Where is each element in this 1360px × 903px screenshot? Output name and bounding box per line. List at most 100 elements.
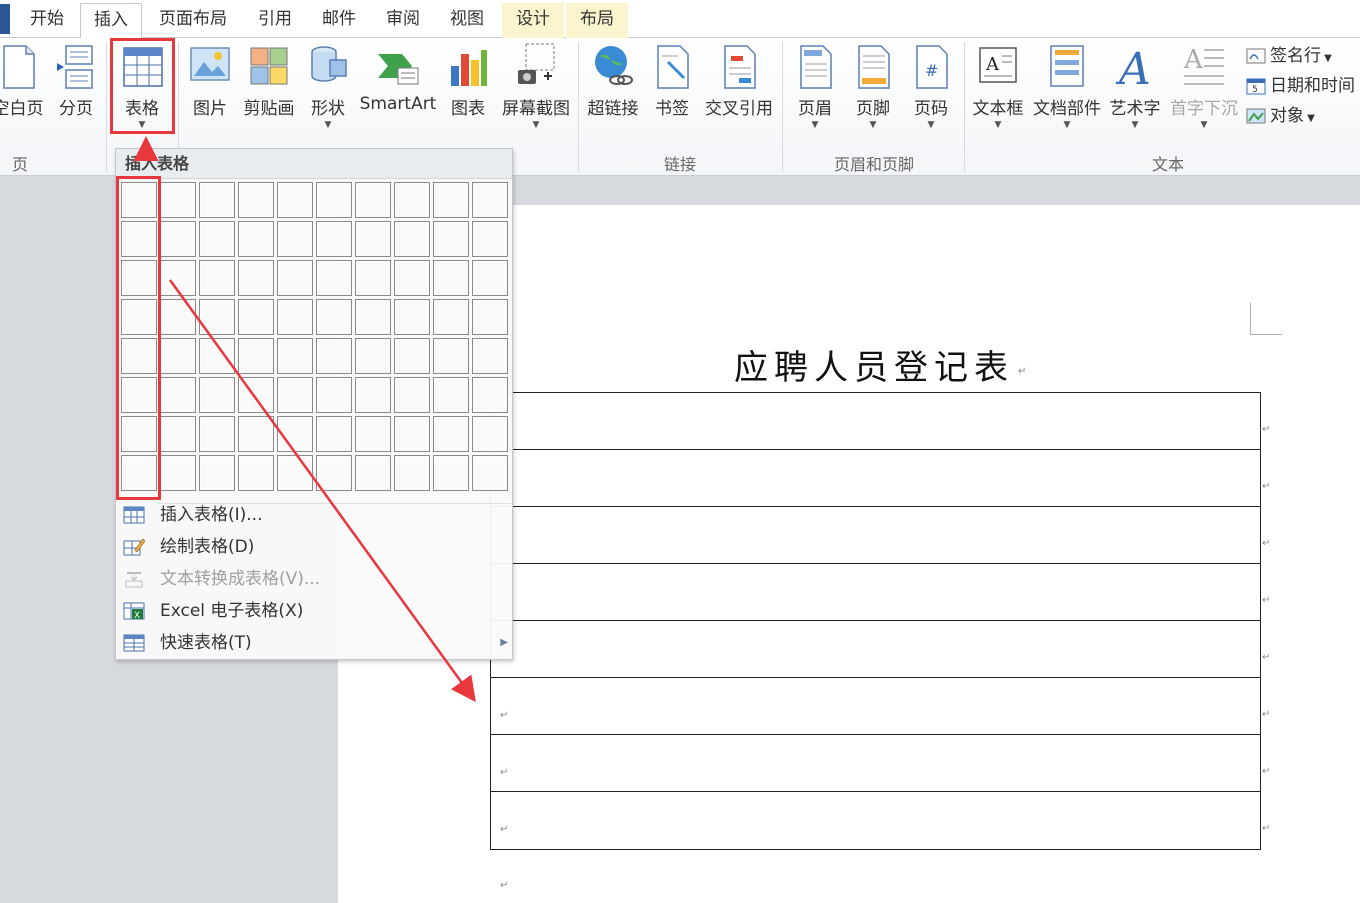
signature-line-button[interactable]: 签名行 ▼ — [1246, 42, 1332, 70]
table-grid-cell[interactable] — [277, 455, 313, 491]
table-grid-cell[interactable] — [238, 221, 274, 257]
table-grid-cell[interactable] — [277, 299, 313, 335]
table-grid-cell[interactable] — [316, 260, 352, 296]
table-grid-cell[interactable] — [472, 299, 508, 335]
clipart-button[interactable]: 剪贴画 — [240, 40, 298, 160]
table-grid-cell[interactable] — [433, 182, 469, 218]
table-grid-cell[interactable] — [433, 338, 469, 374]
menu-draw-table[interactable]: 绘制表格(D) — [116, 531, 512, 563]
table-grid-cell[interactable] — [472, 455, 508, 491]
bookmark-button[interactable]: 书签 — [648, 40, 696, 160]
object-button[interactable]: 对象 ▼ — [1246, 102, 1315, 130]
header-button[interactable]: 页眉 ▼ — [788, 40, 842, 160]
table-grid-cell[interactable] — [238, 299, 274, 335]
table-grid-cell[interactable] — [160, 182, 196, 218]
table-grid-cell[interactable] — [238, 182, 274, 218]
cross-reference-button[interactable]: 交叉引用 — [700, 40, 778, 160]
table-row[interactable] — [491, 564, 1260, 621]
table-grid-cell[interactable] — [199, 377, 235, 413]
table-grid-cell[interactable] — [277, 221, 313, 257]
tab-insert[interactable]: 插入 — [80, 3, 142, 39]
table-row[interactable] — [491, 735, 1260, 792]
menu-text-to-table[interactable]: 文本转换成表格(V)... — [116, 563, 512, 595]
table-grid-cell[interactable] — [394, 299, 430, 335]
table-grid-cell[interactable] — [316, 182, 352, 218]
document-title[interactable]: 应聘人员登记表 — [734, 340, 1014, 389]
date-time-button[interactable]: 5 日期和时间 — [1246, 72, 1355, 100]
menu-excel-spreadsheet[interactable]: X Excel 电子表格(X) — [116, 595, 512, 627]
table-grid-cell[interactable] — [316, 416, 352, 452]
table-grid-cell[interactable] — [433, 377, 469, 413]
table-grid-cell[interactable] — [355, 221, 391, 257]
table-grid-cell[interactable] — [199, 455, 235, 491]
table-grid-cell[interactable] — [160, 455, 196, 491]
table-grid-cell[interactable] — [199, 260, 235, 296]
table-grid-cell[interactable] — [355, 260, 391, 296]
table-grid-cell[interactable] — [238, 455, 274, 491]
tab-home[interactable]: 开始 — [18, 3, 76, 38]
table-grid-cell[interactable] — [394, 182, 430, 218]
drop-cap-button[interactable]: A 首字下沉 ▼ — [1166, 40, 1242, 160]
table-grid-cell[interactable] — [160, 221, 196, 257]
table-grid-cell[interactable] — [394, 455, 430, 491]
table-grid-cell[interactable] — [238, 416, 274, 452]
table-grid-cell[interactable] — [277, 260, 313, 296]
table-grid-cell[interactable] — [355, 182, 391, 218]
blank-page-button[interactable]: 空白页 — [0, 40, 48, 160]
table-grid-cell[interactable] — [277, 338, 313, 374]
footer-button[interactable]: 页脚 ▼ — [846, 40, 900, 160]
table-grid-cell[interactable] — [277, 182, 313, 218]
table-grid-cell[interactable] — [433, 221, 469, 257]
table-grid-cell[interactable] — [160, 299, 196, 335]
smartart-button[interactable]: SmartArt — [356, 40, 440, 160]
table-grid-cell[interactable] — [199, 338, 235, 374]
shapes-button[interactable]: 形状 ▼ — [302, 40, 354, 160]
tab-mailings[interactable]: 邮件 — [310, 3, 368, 38]
table-grid-cell[interactable] — [238, 377, 274, 413]
table-grid-cell[interactable] — [394, 260, 430, 296]
menu-quick-tables[interactable]: 快速表格(T) ▶ — [116, 627, 512, 659]
table-grid-cell[interactable] — [355, 455, 391, 491]
table-grid-cell[interactable] — [316, 299, 352, 335]
table-grid-cell[interactable] — [472, 338, 508, 374]
table-grid-cell[interactable] — [355, 377, 391, 413]
menu-insert-table[interactable]: 插入表格(I)... — [116, 499, 512, 531]
table-row[interactable] — [491, 507, 1260, 564]
table-grid-cell[interactable] — [472, 221, 508, 257]
table-row[interactable] — [491, 792, 1260, 849]
table-grid-cell[interactable] — [433, 455, 469, 491]
table-grid-cell[interactable] — [472, 260, 508, 296]
screenshot-button[interactable]: 屏幕截图 ▼ — [498, 40, 574, 160]
table-grid-cell[interactable] — [160, 416, 196, 452]
table-grid-cell[interactable] — [355, 416, 391, 452]
table-grid-cell[interactable] — [316, 338, 352, 374]
tab-review[interactable]: 审阅 — [374, 3, 432, 38]
table-grid-cell[interactable] — [277, 416, 313, 452]
table-grid-cell[interactable] — [394, 338, 430, 374]
tab-references[interactable]: 引用 — [246, 3, 304, 38]
table-grid-cell[interactable] — [472, 377, 508, 413]
table-row[interactable] — [491, 678, 1260, 735]
table-grid-cell[interactable] — [433, 260, 469, 296]
table-grid-cell[interactable] — [277, 377, 313, 413]
table-grid-cell[interactable] — [394, 377, 430, 413]
table-grid-cell[interactable] — [238, 338, 274, 374]
wordart-button[interactable]: A 艺术字 ▼ — [1106, 40, 1164, 160]
table-grid-cell[interactable] — [472, 416, 508, 452]
picture-button[interactable]: 图片 — [184, 40, 236, 160]
table-grid-cell[interactable] — [316, 377, 352, 413]
table-grid-cell[interactable] — [355, 338, 391, 374]
file-tab[interactable] — [0, 4, 10, 34]
document-table[interactable] — [490, 392, 1261, 850]
table-grid-cell[interactable] — [394, 221, 430, 257]
table-grid-cell[interactable] — [394, 416, 430, 452]
table-grid-cell[interactable] — [472, 182, 508, 218]
table-row[interactable] — [491, 393, 1260, 450]
table-grid-cell[interactable] — [316, 455, 352, 491]
table-grid-cell[interactable] — [355, 299, 391, 335]
hyperlink-button[interactable]: 超链接 — [582, 40, 644, 160]
table-grid-cell[interactable] — [160, 260, 196, 296]
table-grid-cell[interactable] — [160, 377, 196, 413]
table-grid-cell[interactable] — [199, 299, 235, 335]
table-row[interactable] — [491, 450, 1260, 507]
